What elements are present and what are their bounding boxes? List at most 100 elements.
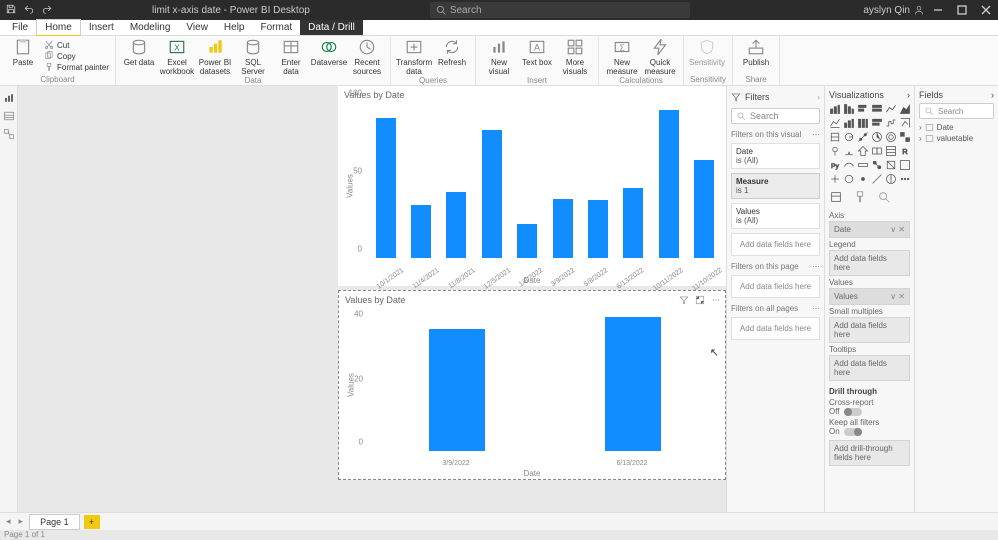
refresh-button[interactable]: Refresh <box>435 38 469 76</box>
cut-button[interactable]: Cut <box>44 40 109 50</box>
bar[interactable] <box>376 118 396 258</box>
bar[interactable] <box>605 317 661 451</box>
viz-type-28[interactable] <box>885 159 897 171</box>
legend-well[interactable]: Add data fields here <box>829 250 910 276</box>
drill-through-well[interactable]: Add drill-through fields here <box>829 440 910 466</box>
axis-well[interactable]: Date∨ ✕ <box>829 221 910 238</box>
viz-type-11[interactable] <box>899 117 911 129</box>
page-tab-1[interactable]: Page 1 <box>29 514 80 530</box>
viz-type-26[interactable] <box>857 159 869 171</box>
user-account[interactable]: ayslyn Qin <box>863 5 924 16</box>
viz-type-19[interactable] <box>843 145 855 157</box>
viz-type-34[interactable] <box>885 173 897 185</box>
publish-button[interactable]: Publish <box>739 38 773 75</box>
bar[interactable] <box>429 329 485 451</box>
viz-type-21[interactable] <box>871 145 883 157</box>
menu-help[interactable]: Help <box>216 20 253 35</box>
global-search[interactable]: Search <box>430 2 690 18</box>
menu-format[interactable]: Format <box>253 20 301 35</box>
new-visual-button[interactable]: New visual <box>482 38 516 76</box>
viz-type-3[interactable] <box>871 103 883 115</box>
viz-type-14[interactable] <box>857 131 869 143</box>
viz-type-6[interactable] <box>829 117 841 129</box>
add-page-button[interactable]: + <box>84 515 100 529</box>
bar[interactable] <box>659 110 679 258</box>
menu-home[interactable]: Home <box>36 19 81 37</box>
close-button[interactable] <box>980 4 992 16</box>
bar[interactable] <box>482 130 502 258</box>
viz-type-15[interactable] <box>871 131 883 143</box>
menu-data-drill[interactable]: Data / Drill <box>300 20 363 35</box>
chevron-right-icon[interactable]: › <box>817 92 820 102</box>
analytics-tab-icon[interactable] <box>877 190 891 204</box>
viz-type-24[interactable]: Py <box>829 159 841 171</box>
viz-type-4[interactable] <box>885 103 897 115</box>
viz-type-10[interactable] <box>885 117 897 129</box>
new-measure-button[interactable]: ΣNew measure <box>605 38 639 76</box>
viz-type-33[interactable] <box>871 173 883 185</box>
viz-type-29[interactable] <box>899 159 911 171</box>
menu-modeling[interactable]: Modeling <box>122 20 179 35</box>
more-icon[interactable]: ⋯ <box>812 262 820 271</box>
viz-type-9[interactable] <box>871 117 883 129</box>
chevron-right-icon[interactable]: › <box>907 90 910 100</box>
viz-type-27[interactable] <box>871 159 883 171</box>
more-icon[interactable]: ⋯ <box>812 304 820 313</box>
page-next[interactable]: ▸ <box>17 516 26 527</box>
table-date[interactable]: ›Date <box>919 122 994 133</box>
model-view-icon[interactable] <box>3 128 15 140</box>
table-valuetable[interactable]: ›valuetable <box>919 133 994 144</box>
viz-type-22[interactable] <box>885 145 897 157</box>
filter-card-values[interactable]: Valuesis (All) <box>731 203 820 229</box>
get-data-button[interactable]: Get data <box>122 38 156 76</box>
bar[interactable] <box>694 160 714 258</box>
viz-type-12[interactable] <box>829 131 841 143</box>
filters-search[interactable]: Search <box>731 108 820 124</box>
sql-button[interactable]: SQL Server <box>236 38 270 76</box>
bar[interactable] <box>623 188 643 258</box>
data-view-icon[interactable] <box>3 110 15 122</box>
report-canvas[interactable]: Values by Date 0 50 100 Values 10/1/2021… <box>18 86 726 512</box>
viz-type-18[interactable] <box>829 145 841 157</box>
bar[interactable] <box>553 199 573 258</box>
recent-sources-button[interactable]: Recent sources <box>350 38 384 76</box>
format-tab-icon[interactable] <box>853 190 867 204</box>
viz-type-16[interactable] <box>885 131 897 143</box>
fields-search[interactable]: Search <box>919 103 994 119</box>
fields-tab-icon[interactable] <box>829 190 843 204</box>
bar[interactable] <box>588 200 608 258</box>
visual-values-by-date-top[interactable]: Values by Date 0 50 100 Values 10/1/2021… <box>338 86 726 286</box>
more-visuals-button[interactable]: More visuals <box>558 38 592 76</box>
paste-button[interactable]: Paste <box>6 38 40 75</box>
excel-button[interactable]: XExcel workbook <box>160 38 194 76</box>
viz-type-35[interactable] <box>899 173 911 185</box>
menu-view[interactable]: View <box>178 20 216 35</box>
bar[interactable] <box>517 224 537 258</box>
maximize-button[interactable] <box>956 4 968 16</box>
sensitivity-button[interactable]: Sensitivity <box>690 38 724 75</box>
filters-page-drop[interactable]: Add data fields here <box>731 275 820 298</box>
viz-type-8[interactable] <box>857 117 869 129</box>
keep-filters-toggle[interactable]: On <box>829 427 910 436</box>
minimize-button[interactable] <box>932 4 944 16</box>
fields-header[interactable]: Fields› <box>919 90 994 100</box>
filter-card-measure[interactable]: Measureis 1 <box>731 173 820 199</box>
enter-data-button[interactable]: Enter data <box>274 38 308 76</box>
menu-file[interactable]: File <box>4 20 36 35</box>
bar[interactable] <box>446 192 466 258</box>
viz-type-32[interactable] <box>857 173 869 185</box>
redo-icon[interactable] <box>42 4 52 17</box>
cross-report-toggle[interactable]: Off <box>829 407 910 416</box>
viz-type-0[interactable] <box>829 103 841 115</box>
filters-header[interactable]: Filters › <box>731 90 820 104</box>
bar[interactable] <box>411 205 431 258</box>
small-multiples-well[interactable]: Add data fields here <box>829 317 910 343</box>
menu-insert[interactable]: Insert <box>81 20 122 35</box>
pbi-datasets-button[interactable]: Power BI datasets <box>198 38 232 76</box>
filters-all-drop[interactable]: Add data fields here <box>731 317 820 340</box>
page-prev[interactable]: ◂ <box>4 516 13 527</box>
viz-type-30[interactable] <box>829 173 841 185</box>
viz-type-2[interactable] <box>857 103 869 115</box>
viz-type-1[interactable] <box>843 103 855 115</box>
save-icon[interactable] <box>6 4 16 17</box>
